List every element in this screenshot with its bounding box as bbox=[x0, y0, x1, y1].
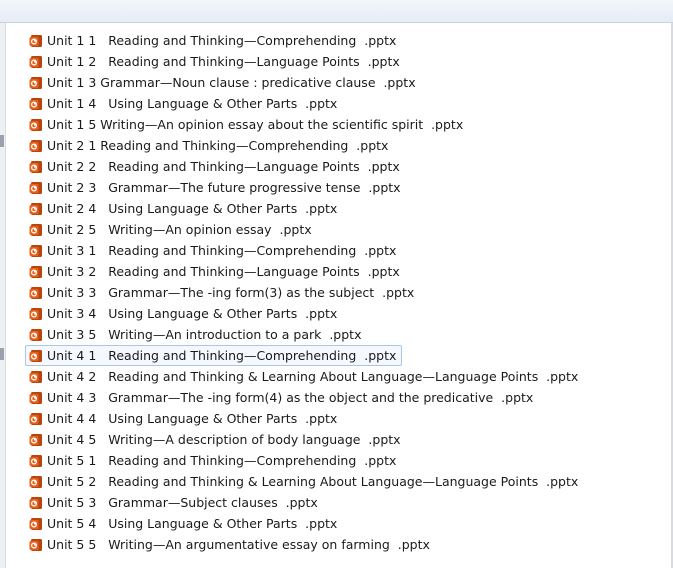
file-name: Unit 3 4 Using Language & Other Parts .p… bbox=[47, 306, 338, 321]
pptx-file-icon bbox=[29, 307, 42, 320]
file-row[interactable]: Unit 2 3 Grammar—The future progressive … bbox=[25, 177, 665, 198]
file-name: Unit 2 5 Writing—An opinion essay .pptx bbox=[47, 222, 312, 237]
file-name: Unit 5 4 Using Language & Other Parts .p… bbox=[47, 516, 338, 531]
file-row[interactable]: Unit 2 4 Using Language & Other Parts .p… bbox=[25, 198, 665, 219]
file-list: Unit 1 1 Reading and Thinking—Comprehend… bbox=[25, 30, 665, 555]
file-row[interactable]: Unit 5 4 Using Language & Other Parts .p… bbox=[25, 513, 665, 534]
pptx-file-icon bbox=[29, 160, 42, 173]
pptx-file-icon bbox=[29, 76, 42, 89]
pptx-file-icon bbox=[29, 286, 42, 299]
pptx-file-icon bbox=[29, 475, 42, 488]
file-row[interactable]: Unit 2 1 Reading and Thinking—Comprehend… bbox=[25, 135, 665, 156]
pptx-file-icon bbox=[29, 244, 42, 257]
pptx-file-icon bbox=[29, 223, 42, 236]
file-name: Unit 3 2 Reading and Thinking—Language P… bbox=[47, 264, 400, 279]
pptx-file-icon bbox=[29, 349, 42, 362]
file-row[interactable]: Unit 5 5 Writing—An argumentative essay … bbox=[25, 534, 665, 555]
file-name: Unit 5 1 Reading and Thinking—Comprehend… bbox=[47, 453, 397, 468]
file-name: Unit 2 2 Reading and Thinking—Language P… bbox=[47, 159, 400, 174]
file-row[interactable]: Unit 3 3 Grammar—The -ing form(3) as the… bbox=[25, 282, 665, 303]
file-name: Unit 1 1 Reading and Thinking—Comprehend… bbox=[47, 33, 397, 48]
file-name: Unit 4 4 Using Language & Other Parts .p… bbox=[47, 411, 338, 426]
pptx-file-icon bbox=[29, 454, 42, 467]
pptx-file-icon bbox=[29, 265, 42, 278]
pptx-file-icon bbox=[29, 328, 42, 341]
file-row[interactable]: Unit 4 2 Reading and Thinking & Learning… bbox=[25, 366, 665, 387]
file-name: Unit 4 1 Reading and Thinking—Comprehend… bbox=[47, 348, 397, 363]
file-row[interactable]: Unit 1 5 Writing—An opinion essay about … bbox=[25, 114, 665, 135]
file-name: Unit 3 3 Grammar—The -ing form(3) as the… bbox=[47, 285, 415, 300]
file-name: Unit 2 4 Using Language & Other Parts .p… bbox=[47, 201, 338, 216]
pptx-file-icon bbox=[29, 412, 42, 425]
file-name: Unit 1 3 Grammar—Noun clause : predicati… bbox=[47, 75, 416, 90]
file-row[interactable]: Unit 1 2 Reading and Thinking—Language P… bbox=[25, 51, 665, 72]
navigation-pane-edge[interactable] bbox=[0, 23, 6, 568]
pane-marker bbox=[0, 348, 4, 360]
file-row[interactable]: Unit 2 5 Writing—An opinion essay .pptx bbox=[25, 219, 665, 240]
file-row[interactable]: Unit 2 2 Reading and Thinking—Language P… bbox=[25, 156, 665, 177]
pptx-file-icon bbox=[29, 139, 42, 152]
file-name: Unit 3 1 Reading and Thinking—Comprehend… bbox=[47, 243, 397, 258]
file-name: Unit 1 4 Using Language & Other Parts .p… bbox=[47, 96, 338, 111]
pptx-file-icon bbox=[29, 97, 42, 110]
file-name: Unit 4 2 Reading and Thinking & Learning… bbox=[47, 369, 579, 384]
file-name: Unit 1 5 Writing—An opinion essay about … bbox=[47, 117, 464, 132]
pptx-file-icon bbox=[29, 538, 42, 551]
file-row[interactable]: Unit 1 1 Reading and Thinking—Comprehend… bbox=[25, 30, 665, 51]
pptx-file-icon bbox=[29, 118, 42, 131]
file-row[interactable]: Unit 4 1 Reading and Thinking—Comprehend… bbox=[25, 345, 665, 366]
file-row[interactable]: Unit 4 3 Grammar—The -ing form(4) as the… bbox=[25, 387, 665, 408]
pptx-file-icon bbox=[29, 391, 42, 404]
file-row[interactable]: Unit 1 4 Using Language & Other Parts .p… bbox=[25, 93, 665, 114]
file-row[interactable]: Unit 3 2 Reading and Thinking—Language P… bbox=[25, 261, 665, 282]
file-row[interactable]: Unit 1 3 Grammar—Noun clause : predicati… bbox=[25, 72, 665, 93]
pptx-file-icon bbox=[29, 370, 42, 383]
file-name: Unit 2 3 Grammar—The future progressive … bbox=[47, 180, 401, 195]
file-name: Unit 4 3 Grammar—The -ing form(4) as the… bbox=[47, 390, 534, 405]
pptx-file-icon bbox=[29, 517, 42, 530]
file-name: Unit 4 5 Writing—A description of body l… bbox=[47, 432, 401, 447]
pane-marker bbox=[0, 135, 4, 147]
file-row[interactable]: Unit 5 1 Reading and Thinking—Comprehend… bbox=[25, 450, 665, 471]
file-name: Unit 5 3 Grammar—Subject clauses .pptx bbox=[47, 495, 318, 510]
pptx-file-icon bbox=[29, 55, 42, 68]
file-name: Unit 1 2 Reading and Thinking—Language P… bbox=[47, 54, 400, 69]
file-row[interactable]: Unit 3 4 Using Language & Other Parts .p… bbox=[25, 303, 665, 324]
pptx-file-icon bbox=[29, 496, 42, 509]
file-row[interactable]: Unit 4 4 Using Language & Other Parts .p… bbox=[25, 408, 665, 429]
pptx-file-icon bbox=[29, 202, 42, 215]
window-toolbar bbox=[0, 0, 673, 23]
file-row[interactable]: Unit 3 1 Reading and Thinking—Comprehend… bbox=[25, 240, 665, 261]
file-name: Unit 5 2 Reading and Thinking & Learning… bbox=[47, 474, 579, 489]
file-row[interactable]: Unit 3 5 Writing—An introduction to a pa… bbox=[25, 324, 665, 345]
file-name: Unit 3 5 Writing—An introduction to a pa… bbox=[47, 327, 362, 342]
pptx-file-icon bbox=[29, 433, 42, 446]
file-name: Unit 5 5 Writing—An argumentative essay … bbox=[47, 537, 430, 552]
pptx-file-icon bbox=[29, 181, 42, 194]
file-row[interactable]: Unit 4 5 Writing—A description of body l… bbox=[25, 429, 665, 450]
pptx-file-icon bbox=[29, 34, 42, 47]
file-name: Unit 2 1 Reading and Thinking—Comprehend… bbox=[47, 138, 389, 153]
file-row[interactable]: Unit 5 2 Reading and Thinking & Learning… bbox=[25, 471, 665, 492]
file-row[interactable]: Unit 5 3 Grammar—Subject clauses .pptx bbox=[25, 492, 665, 513]
